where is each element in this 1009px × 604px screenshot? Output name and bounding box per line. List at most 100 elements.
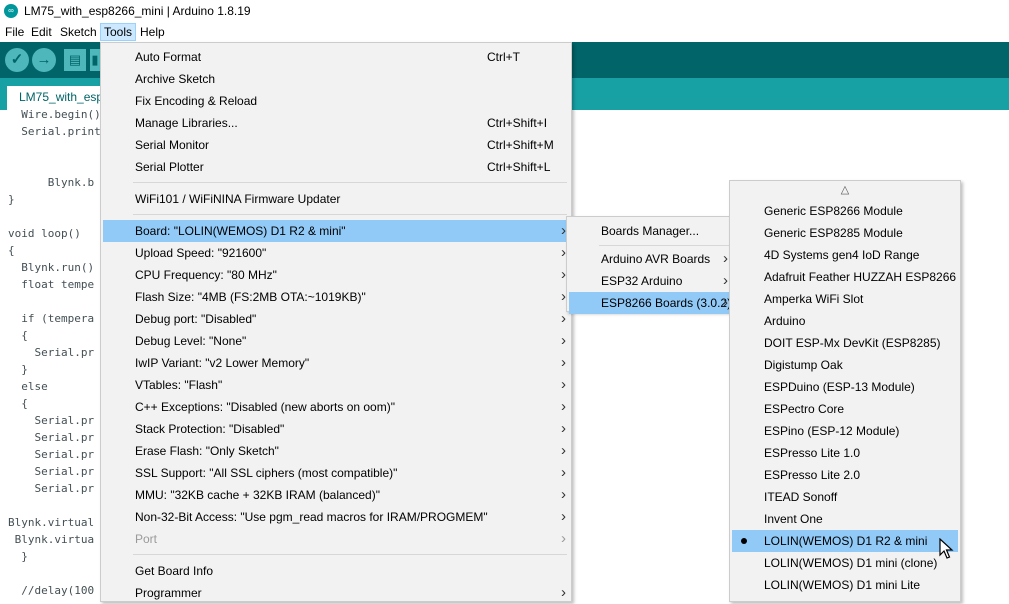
arduino-logo-icon: ∞ xyxy=(4,4,18,18)
tools-menu-item[interactable]: C++ Exceptions: "Disabled (new aborts on… xyxy=(103,396,569,418)
menu-help[interactable]: Help xyxy=(137,24,168,40)
menu-item-label: SSL Support: "All SSL ciphers (most comp… xyxy=(135,466,398,480)
tools-menu-item[interactable]: Auto Format Ctrl+T xyxy=(103,46,569,68)
esp8266-board-item[interactable]: 4D Systems gen4 IoD Range xyxy=(732,244,958,266)
tools-menu-item[interactable]: VTables: "Flash" › xyxy=(103,374,569,396)
menu-item-label: Debug Level: "None" xyxy=(135,334,247,348)
menu-item-label: ITEAD Sonoff xyxy=(764,490,838,504)
open-icon[interactable]: ▮ xyxy=(90,49,100,71)
esp8266-board-item[interactable]: ESPDuino (ESP-13 Module) xyxy=(732,376,958,398)
menu-item-label: Serial Plotter xyxy=(135,160,204,174)
code-line: Serial.pr xyxy=(8,431,95,444)
tools-menu-item[interactable]: Erase Flash: "Only Sketch" › xyxy=(103,440,569,462)
esp8266-board-item[interactable]: DOIT ESP-Mx DevKit (ESP8285) xyxy=(732,332,958,354)
tools-menu-item[interactable]: Flash Size: "4MB (FS:2MB OTA:~1019KB)" › xyxy=(103,286,569,308)
tools-menu-item[interactable]: Archive Sketch xyxy=(103,68,569,90)
esp8266-board-item[interactable]: ESPresso Lite 1.0 xyxy=(732,442,958,464)
menu-item-label: ESPDuino (ESP-13 Module) xyxy=(764,380,915,394)
menu-separator xyxy=(133,182,567,183)
esp8266-board-item[interactable]: ITEAD Sonoff xyxy=(732,486,958,508)
esp8266-board-item-selected[interactable]: LOLIN(WEMOS) D1 R2 & mini xyxy=(732,530,958,552)
esp8266-board-item[interactable]: Generic ESP8266 Module xyxy=(732,200,958,222)
tools-menu-item[interactable]: SSL Support: "All SSL ciphers (most comp… xyxy=(103,462,569,484)
tools-menu-item[interactable]: Serial Monitor Ctrl+Shift+M xyxy=(103,134,569,156)
menu-item-label: Boards Manager... xyxy=(601,224,700,238)
esp8266-board-item[interactable]: ESPectro Core xyxy=(732,398,958,420)
code-line: Blynk.run() xyxy=(8,261,95,274)
tools-menu-item[interactable]: Debug Level: "None" › xyxy=(103,330,569,352)
menu-item-shortcut: Ctrl+Shift+I xyxy=(487,116,548,130)
menu-item-label: IwIP Variant: "v2 Lower Memory" xyxy=(135,356,310,370)
esp8266-board-item[interactable]: LOLIN(WEMOS) D1 mini Lite xyxy=(732,574,958,596)
tools-menu-item[interactable]: Port › xyxy=(103,528,569,550)
code-line: { xyxy=(8,397,28,410)
board-submenu-item[interactable]: Arduino AVR Boards › xyxy=(569,248,731,270)
chevron-right-icon: › xyxy=(723,294,728,311)
esp8266-board-item[interactable]: Arduino xyxy=(732,310,958,332)
chevron-right-icon: › xyxy=(561,530,566,547)
code-line: Serial.pr xyxy=(8,414,95,427)
esp8266-board-item[interactable]: Invent One xyxy=(732,508,958,530)
menu-item-label: Erase Flash: "Only Sketch" xyxy=(135,444,279,458)
menu-item-label: ESPresso Lite 2.0 xyxy=(764,468,861,482)
tools-menu-item[interactable]: WiFi101 / WiFiNINA Firmware Updater xyxy=(103,188,569,210)
menu-item-label: Programmer xyxy=(135,586,202,600)
esp8266-board-item[interactable]: Generic ESP8285 Module xyxy=(732,222,958,244)
esp8266-board-item[interactable]: ESPresso Lite 2.0 xyxy=(732,464,958,486)
menu-item-shortcut: Ctrl+T xyxy=(487,50,520,64)
esp8266-board-item[interactable]: Adafruit Feather HUZZAH ESP8266 xyxy=(732,266,958,288)
esp8266-board-item[interactable]: Amperka WiFi Slot xyxy=(732,288,958,310)
tools-menu-item[interactable]: Get Board Info xyxy=(103,560,569,582)
menu-item-label: Debug port: "Disabled" xyxy=(135,312,257,326)
tools-menu-item[interactable]: Non-32-Bit Access: "Use pgm_read macros … xyxy=(103,506,569,528)
tools-menu-item[interactable]: Board: "LOLIN(WEMOS) D1 R2 & mini" › xyxy=(103,220,569,242)
menu-edit[interactable]: Edit xyxy=(28,24,55,40)
menu-item-label: CPU Frequency: "80 MHz" xyxy=(135,268,277,282)
tools-menu-item[interactable]: Upload Speed: "921600" › xyxy=(103,242,569,264)
menu-sketch[interactable]: Sketch xyxy=(57,24,100,40)
scroll-up-icon[interactable]: △ xyxy=(730,183,960,196)
menu-item-label: Upload Speed: "921600" xyxy=(135,246,267,260)
tools-menu-item[interactable]: Serial Plotter Ctrl+Shift+L xyxy=(103,156,569,178)
menu-file[interactable]: File xyxy=(2,24,27,40)
menu-item-label: C++ Exceptions: "Disabled (new aborts on… xyxy=(135,400,395,414)
tools-menu-item[interactable]: IwIP Variant: "v2 Lower Memory" › xyxy=(103,352,569,374)
menu-item-label: Generic ESP8266 Module xyxy=(764,204,903,218)
menu-item-label: Get Board Info xyxy=(135,564,214,578)
chevron-right-icon: › xyxy=(561,584,566,601)
tools-menu-item[interactable]: CPU Frequency: "80 MHz" › xyxy=(103,264,569,286)
code-line: Serial.pr xyxy=(8,448,95,461)
board-submenu-item[interactable]: ESP8266 Boards (3.0.2) › xyxy=(569,292,731,314)
esp8266-board-item[interactable]: LOLIN(WEMOS) D1 mini (clone) xyxy=(732,552,958,574)
menu-item-label: Archive Sketch xyxy=(135,72,216,86)
menu-item-label: Auto Format xyxy=(135,50,202,64)
code-line: } xyxy=(8,193,15,206)
esp8266-board-item[interactable]: ESPino (ESP-12 Module) xyxy=(732,420,958,442)
esp8266-board-item[interactable]: Digistump Oak xyxy=(732,354,958,376)
code-line: //delay(100 xyxy=(8,584,95,597)
tools-menu-item[interactable]: Debug port: "Disabled" › xyxy=(103,308,569,330)
tools-menu-item[interactable]: Fix Encoding & Reload xyxy=(103,90,569,112)
menu-tools[interactable]: Tools xyxy=(100,23,137,41)
new-icon[interactable]: ▤ xyxy=(64,49,86,71)
chevron-right-icon: › xyxy=(723,272,728,289)
menu-item-shortcut: Ctrl+Shift+L xyxy=(487,160,551,174)
menu-item-label: ESPresso Lite 1.0 xyxy=(764,446,861,460)
tools-menu-item[interactable]: Manage Libraries... Ctrl+Shift+I xyxy=(103,112,569,134)
tools-menu-item[interactable]: MMU: "32KB cache + 32KB IRAM (balanced)"… xyxy=(103,484,569,506)
code-line: { xyxy=(8,244,15,257)
board-submenu-item[interactable]: ESP32 Arduino › xyxy=(569,270,731,292)
tools-menu-item[interactable]: Stack Protection: "Disabled" › xyxy=(103,418,569,440)
upload-icon[interactable]: → xyxy=(32,48,56,72)
verify-icon[interactable]: ✓ xyxy=(5,48,29,72)
selected-radio-icon xyxy=(741,538,747,544)
menu-item-label: LOLIN(WEMOS) D1 mini Lite xyxy=(764,578,921,592)
code-line: void loop() xyxy=(8,227,81,240)
chevron-right-icon: › xyxy=(561,354,566,371)
tools-menu-item[interactable]: Programmer › xyxy=(103,582,569,604)
chevron-right-icon: › xyxy=(561,398,566,415)
tools-menu: Auto Format Ctrl+T Archive Sketch Fix Encod… xyxy=(100,42,572,602)
board-submenu-item[interactable]: Boards Manager... xyxy=(569,220,731,242)
title-bar: ∞ LM75_with_esp8266_mini | Arduino 1.8.1… xyxy=(0,0,1009,22)
menu-item-label: ESP8266 Boards (3.0.2) xyxy=(601,296,732,310)
